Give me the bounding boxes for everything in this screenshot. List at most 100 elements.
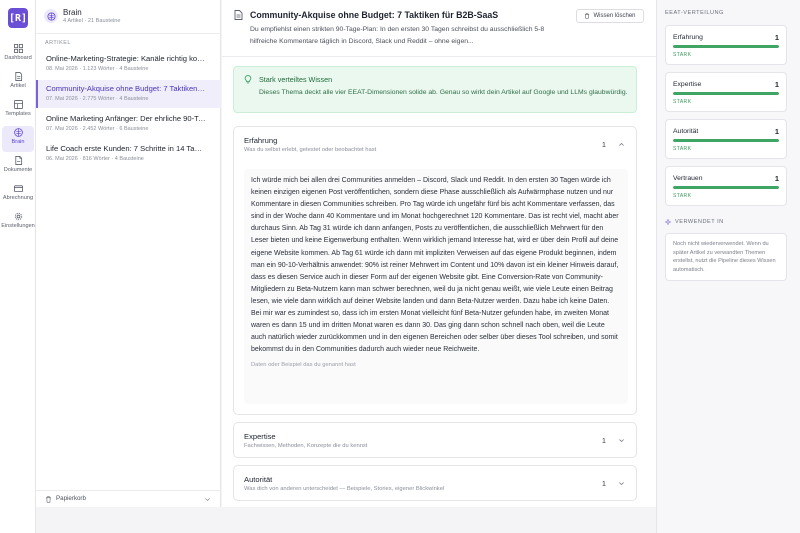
trash-section[interactable]: Papierkorb — [36, 490, 221, 507]
card-count: 1 — [601, 140, 606, 149]
knowledge-hint: Daten oder Beispiel das du genannt hast — [251, 362, 356, 369]
knowledge-text: Ich würde mich bei allen drei Communitie… — [251, 177, 619, 354]
card-subtitle: Fachwissen, Methoden, Konzepte die du ke… — [244, 443, 368, 449]
metric-bar — [673, 186, 779, 189]
metric-bar — [673, 45, 779, 48]
section-label: ARTIKEL — [45, 40, 71, 46]
eeat-metric-expertise: Expertise 1 STARK — [665, 72, 787, 112]
article-meta: 06. Mai 2026 · 816 Wörter · 4 Bausteine — [46, 156, 144, 162]
nav-item-dokumente[interactable]: Dokumente — [2, 154, 34, 180]
chevron-down-icon[interactable] — [618, 437, 625, 444]
used-in-label: VERWENDET IN — [675, 219, 724, 225]
nav-item-brain[interactable]: Brain — [2, 126, 34, 152]
metric-bar-fill — [673, 45, 779, 48]
brain-icon — [13, 128, 23, 137]
template-icon — [13, 100, 23, 109]
file-icon — [14, 72, 22, 81]
metric-bar-fill — [673, 139, 779, 142]
trash-label: Papierkorb — [56, 495, 86, 502]
metric-status: STARK — [673, 146, 692, 152]
clear-knowledge-label: Wissen löschen — [593, 13, 636, 19]
eeat-panel: EEAT-VERTEILUNG Erfahrung 1 STARK Expert… — [656, 0, 800, 533]
page-description: Du empfiehlst einen strikten 90-Tage-Pla… — [250, 26, 545, 45]
metric-value: 1 — [774, 33, 779, 42]
page-title: Community-Akquise ohne Budget: 7 Taktike… — [250, 10, 499, 20]
bottom-spacer — [36, 507, 656, 533]
brain-title: Brain — [63, 8, 82, 17]
article-title: Online-Marketing-Strategie: Kanäle richt… — [46, 54, 206, 63]
trash-icon — [585, 13, 590, 19]
metric-name: Autorität — [673, 128, 699, 135]
card-subtitle: Was dich von anderen unterscheidet — Bei… — [244, 486, 445, 492]
article-title: Online Marketing Anfänger: Der ehrliche … — [46, 114, 206, 123]
notice-title: Stark verteiltes Wissen — [259, 75, 333, 84]
eeat-card-expertise[interactable]: Expertise Fachwissen, Methoden, Konzepte… — [233, 422, 637, 458]
article-item[interactable]: Online Marketing Anfänger: Der ehrliche … — [36, 110, 221, 138]
metric-value: 1 — [774, 127, 779, 136]
eeat-metric-vertrauen: Vertrauen 1 STARK — [665, 166, 787, 206]
article-list-panel: Brain 4 Artikel · 21 Bausteine ARTIKEL O… — [36, 0, 221, 533]
article-meta: 07. Mai 2026 · 2.775 Wörter · 4 Baustein… — [46, 96, 149, 102]
metric-bar — [673, 139, 779, 142]
clear-knowledge-button[interactable]: Wissen löschen — [576, 9, 644, 23]
eeat-card-erfahrung[interactable]: Erfahrung Was du selbst erlebt, getestet… — [233, 126, 637, 415]
nav-item-label: Dokumente — [3, 167, 33, 173]
nav-item-label: Dashboard — [4, 55, 32, 61]
card-title: Autorität — [244, 475, 273, 484]
metric-name: Erfahrung — [673, 34, 703, 41]
eeat-metric-erfahrung: Erfahrung 1 STARK — [665, 25, 787, 65]
app-logo[interactable]: [R] — [8, 8, 28, 28]
eeat-card-autoritaet[interactable]: Autorität Was dich von anderen untersche… — [233, 465, 637, 501]
metric-status: STARK — [673, 52, 692, 58]
nav-item-label: Einstellungen — [1, 223, 35, 229]
nav-item-label: Artikel — [10, 83, 26, 89]
nav-item-label: Brain — [11, 139, 25, 145]
nav-item-dashboard[interactable]: Dashboard — [2, 42, 34, 68]
document-icon — [234, 10, 243, 20]
knowledge-block: Ich würde mich bei allen drei Communitie… — [244, 169, 628, 404]
trash-icon — [45, 496, 52, 503]
notice-text: Dieses Thema deckt alle vier EEAT-Dimens… — [259, 89, 628, 96]
card-count: 1 — [601, 436, 606, 445]
metric-value: 1 — [774, 174, 779, 183]
chevron-up-icon[interactable] — [618, 141, 625, 148]
metric-name: Expertise — [673, 81, 702, 88]
metric-bar-fill — [673, 186, 779, 189]
grid-icon — [13, 44, 23, 53]
metric-bar-fill — [673, 92, 779, 95]
lightbulb-icon — [244, 75, 252, 84]
brain-icon — [46, 11, 56, 21]
eeat-label: EEAT-VERTEILUNG — [665, 10, 724, 16]
article-meta: 08. Mai 2026 · 1.123 Wörter · 4 Baustein… — [46, 66, 149, 72]
nav-item-einstellungen[interactable]: Einstellungen — [1, 210, 35, 236]
article-item-active[interactable]: Community-Akquise ohne Budget: 7 Taktike… — [36, 80, 221, 108]
used-in-header: VERWENDET IN — [665, 219, 724, 225]
nav-rail: [R] Dashboard Artikel Templates Brain Do… — [0, 0, 36, 533]
nav-item-templates[interactable]: Templates — [2, 98, 34, 124]
gear-icon — [14, 212, 22, 221]
chevron-down-icon[interactable] — [204, 496, 211, 503]
chevron-down-icon[interactable] — [618, 480, 625, 487]
nav-item-artikel[interactable]: Artikel — [2, 70, 34, 96]
metric-status: STARK — [673, 193, 692, 199]
brain-subtitle: 4 Artikel · 21 Bausteine — [63, 18, 121, 24]
metric-bar — [673, 92, 779, 95]
main-content: Community-Akquise ohne Budget: 7 Taktike… — [222, 0, 656, 533]
brain-badge — [44, 9, 58, 23]
nav-item-label: Abrechnung — [2, 195, 34, 201]
article-meta: 07. Mai 2026 · 2.452 Wörter · 6 Baustein… — [46, 126, 149, 132]
status-notice: Stark verteiltes Wissen Dieses Thema dec… — [233, 66, 637, 113]
document-icon — [14, 156, 22, 165]
metric-value: 1 — [774, 80, 779, 89]
divider — [222, 56, 656, 57]
nav-item-label: Templates — [5, 111, 31, 117]
article-item[interactable]: Online-Marketing-Strategie: Kanäle richt… — [36, 50, 221, 78]
sparkle-icon — [665, 219, 671, 225]
metric-status: STARK — [673, 99, 692, 105]
card-subtitle: Was du selbst erlebt, getestet oder beob… — [244, 147, 377, 153]
eeat-metric-autoritaet: Autorität 1 STARK — [665, 119, 787, 159]
article-title: Community-Akquise ohne Budget: 7 Taktike… — [46, 84, 206, 93]
article-item[interactable]: Life Coach erste Kunden: 7 Schritte in 1… — [36, 140, 221, 168]
card-icon — [13, 185, 23, 193]
nav-item-abrechnung[interactable]: Abrechnung — [2, 182, 34, 208]
